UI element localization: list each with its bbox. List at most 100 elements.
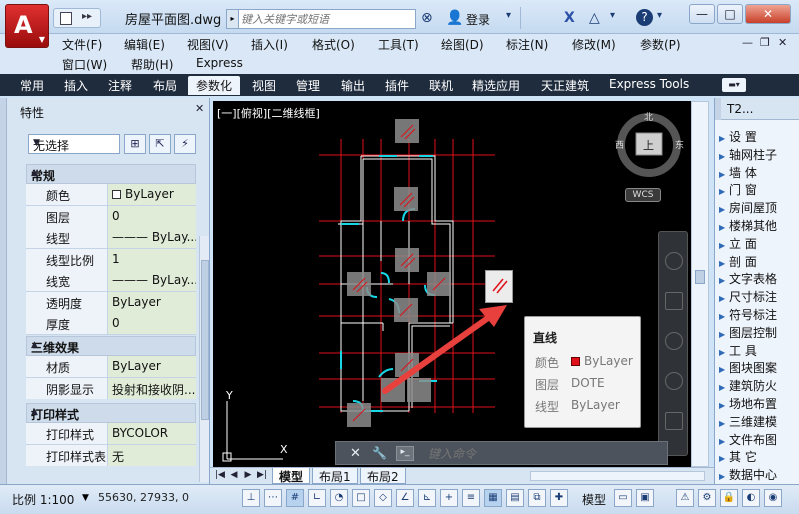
minimize-button[interactable]: — (689, 4, 715, 24)
caret-up-icon[interactable]: ▲ (31, 340, 189, 350)
palette-item[interactable]: ▶ 设 置 (719, 128, 797, 145)
infer-constraints-icon[interactable]: ⊥ (242, 489, 260, 507)
palette-item[interactable]: ▶ 门 窗 (719, 181, 797, 198)
snap-mode-icon[interactable]: ⋯ (264, 489, 282, 507)
zoom-icon[interactable] (665, 332, 683, 350)
select-objects-button[interactable]: ⇱ (149, 134, 171, 154)
next-layout-button[interactable]: ▶ (242, 469, 254, 482)
section-3d-effects[interactable]: 三维效果 ▲ (26, 336, 196, 356)
coordinate-readout[interactable]: 55630, 27933, 0 (98, 491, 189, 504)
doc-close-button[interactable]: ✕ (778, 36, 787, 49)
caret-down-icon[interactable]: ▼ (33, 138, 116, 148)
palette-item[interactable]: ▶ 尺寸标注 (719, 288, 797, 305)
expand-triangle-icon[interactable]: ▶ (719, 223, 729, 232)
login-button[interactable]: 登录 (466, 11, 490, 28)
orbit-icon[interactable] (665, 372, 683, 390)
expand-triangle-icon[interactable]: ▶ (719, 401, 729, 410)
double-chevron-right-icon[interactable]: ▸▸ (82, 11, 92, 22)
close-icon[interactable]: ✕ (350, 446, 361, 461)
expand-triangle-icon[interactable]: ▶ (719, 330, 729, 339)
new-file-icon[interactable] (60, 12, 72, 25)
annotation-visibility-icon[interactable]: ⚠ (676, 489, 694, 507)
quick-select-button[interactable]: ⚡ (174, 134, 196, 154)
question-icon[interactable]: ? (636, 9, 653, 26)
expand-triangle-icon[interactable]: ▶ (719, 205, 729, 214)
canvas-horizontal-scrollbar[interactable] (530, 471, 705, 481)
tab-featured-apps[interactable]: 精选应用 (472, 77, 520, 94)
command-line[interactable]: ✕ 🔧 ▸_ (335, 441, 668, 465)
tab-annotate[interactable]: 注释 (108, 77, 132, 94)
menu-modify[interactable]: 修改(M) (572, 36, 616, 53)
close-icon[interactable]: ✕ (195, 102, 204, 115)
search-input[interactable] (241, 11, 411, 27)
menu-view[interactable]: 视图(V) (187, 36, 229, 53)
expand-triangle-icon[interactable]: ▶ (719, 348, 729, 357)
maximize-button[interactable]: □ (717, 4, 743, 24)
property-row[interactable]: 厚度 0 (26, 313, 196, 335)
palette-item[interactable]: ▶ 数据中心 (719, 466, 797, 483)
quick-access-toolbar[interactable]: ▸▸ (53, 8, 101, 28)
palette-item[interactable]: ▶ 房间屋顶 (719, 199, 797, 216)
drawing-canvas[interactable]: Y X [一][俯视][二维线框] 北 西 东 上 WCS 直线 颜色 ByLa… (213, 101, 707, 467)
expand-triangle-icon[interactable]: ▶ (719, 134, 729, 143)
quick-view-layouts-icon[interactable]: ▭ (614, 489, 632, 507)
expand-triangle-icon[interactable]: ▶ (719, 419, 729, 428)
selection-cycling-icon[interactable]: ⧉ (528, 489, 546, 507)
object-snap-icon[interactable]: □ (352, 489, 370, 507)
palette-item[interactable]: ▶ 文字表格 (719, 270, 797, 287)
tab-home[interactable]: 常用 (20, 77, 44, 94)
palette-item[interactable]: ▶ 其 它 (719, 448, 797, 465)
binoculars-icon[interactable]: ⊗ (421, 10, 433, 26)
wrench-icon[interactable]: 🔧 (372, 446, 387, 460)
palette-item[interactable]: ▶ 墙 体 (719, 164, 797, 181)
caret-down-icon[interactable]: ▾ (610, 10, 615, 21)
canvas-vertical-scrollbar[interactable] (691, 101, 709, 467)
menu-draw[interactable]: 绘图(D) (441, 36, 484, 53)
palette-item[interactable]: ▶ 剖 面 (719, 253, 797, 270)
menu-format[interactable]: 格式(O) (312, 36, 355, 53)
command-input[interactable] (428, 446, 658, 462)
compass-north[interactable]: 北 (644, 110, 653, 123)
caret-down-icon[interactable]: ▾ (506, 10, 511, 21)
model-space-toggle[interactable]: 模型 (582, 491, 606, 508)
property-row[interactable]: 颜色 ByLayer (26, 184, 196, 206)
property-row[interactable]: 材质 ByLayer (26, 356, 196, 378)
tab-output[interactable]: 输出 (341, 77, 365, 94)
tab-plugins[interactable]: 插件 (385, 77, 409, 94)
doc-restore-button[interactable]: ❐ (760, 36, 770, 49)
expand-triangle-icon[interactable]: ▶ (719, 454, 729, 463)
annotation-monitor-icon[interactable]: ✚ (550, 489, 568, 507)
quick-view-drawings-icon[interactable]: ▣ (636, 489, 654, 507)
palette-item[interactable]: ▶ 工 具 (719, 342, 797, 359)
workspace-switching-icon[interactable]: ⚙ (698, 489, 716, 507)
lock-icon[interactable]: 🔒 (720, 489, 738, 507)
search-box[interactable]: ▸ (226, 9, 416, 29)
expand-triangle-icon[interactable]: ▶ (719, 365, 729, 374)
expand-triangle-icon[interactable]: ▶ (719, 437, 729, 446)
grid-display-icon[interactable]: # (286, 489, 304, 507)
palette-item[interactable]: ▶ 场地布置 (719, 395, 797, 412)
palette-item[interactable]: ▶ 三维建模 (719, 413, 797, 430)
palette-item[interactable]: ▶ 轴网柱子 (719, 146, 797, 163)
expand-triangle-icon[interactable]: ▶ (719, 259, 729, 268)
palette-item[interactable]: ▶ 图层控制 (719, 324, 797, 341)
selection-combobox[interactable]: 无选择 ▼ (28, 134, 120, 154)
property-row[interactable]: 线型比例 1 (26, 248, 196, 270)
property-row[interactable]: 阴影显示 投射和接收阴... (26, 377, 196, 399)
menu-edit[interactable]: 编辑(E) (124, 36, 165, 53)
caret-up-icon[interactable]: ▲ (31, 407, 189, 417)
ribbon-minimize-button[interactable]: ▬▾ (722, 78, 746, 92)
last-layout-button[interactable]: ▶| (256, 469, 268, 482)
menu-window[interactable]: 窗口(W) (62, 56, 107, 73)
tab-insert[interactable]: 插入 (64, 77, 88, 94)
caret-down-icon[interactable]: ▼ (82, 493, 89, 503)
palette-item[interactable]: ▶ 楼梯其他 (719, 217, 797, 234)
palette-item[interactable]: ▶ 文件布图 (719, 431, 797, 448)
user-icon[interactable]: 👤 (446, 10, 463, 26)
palette-item[interactable]: ▶ 建筑防火 (719, 377, 797, 394)
property-row[interactable]: 图层 0 (26, 205, 196, 227)
tab-model[interactable]: 模型 (272, 468, 311, 484)
dynamic-ucs-icon[interactable]: ⊾ (418, 489, 436, 507)
palette-item[interactable]: ▶ 符号标注 (719, 306, 797, 323)
viewport-controls-label[interactable]: [一][俯视][二维线框] (217, 105, 320, 121)
